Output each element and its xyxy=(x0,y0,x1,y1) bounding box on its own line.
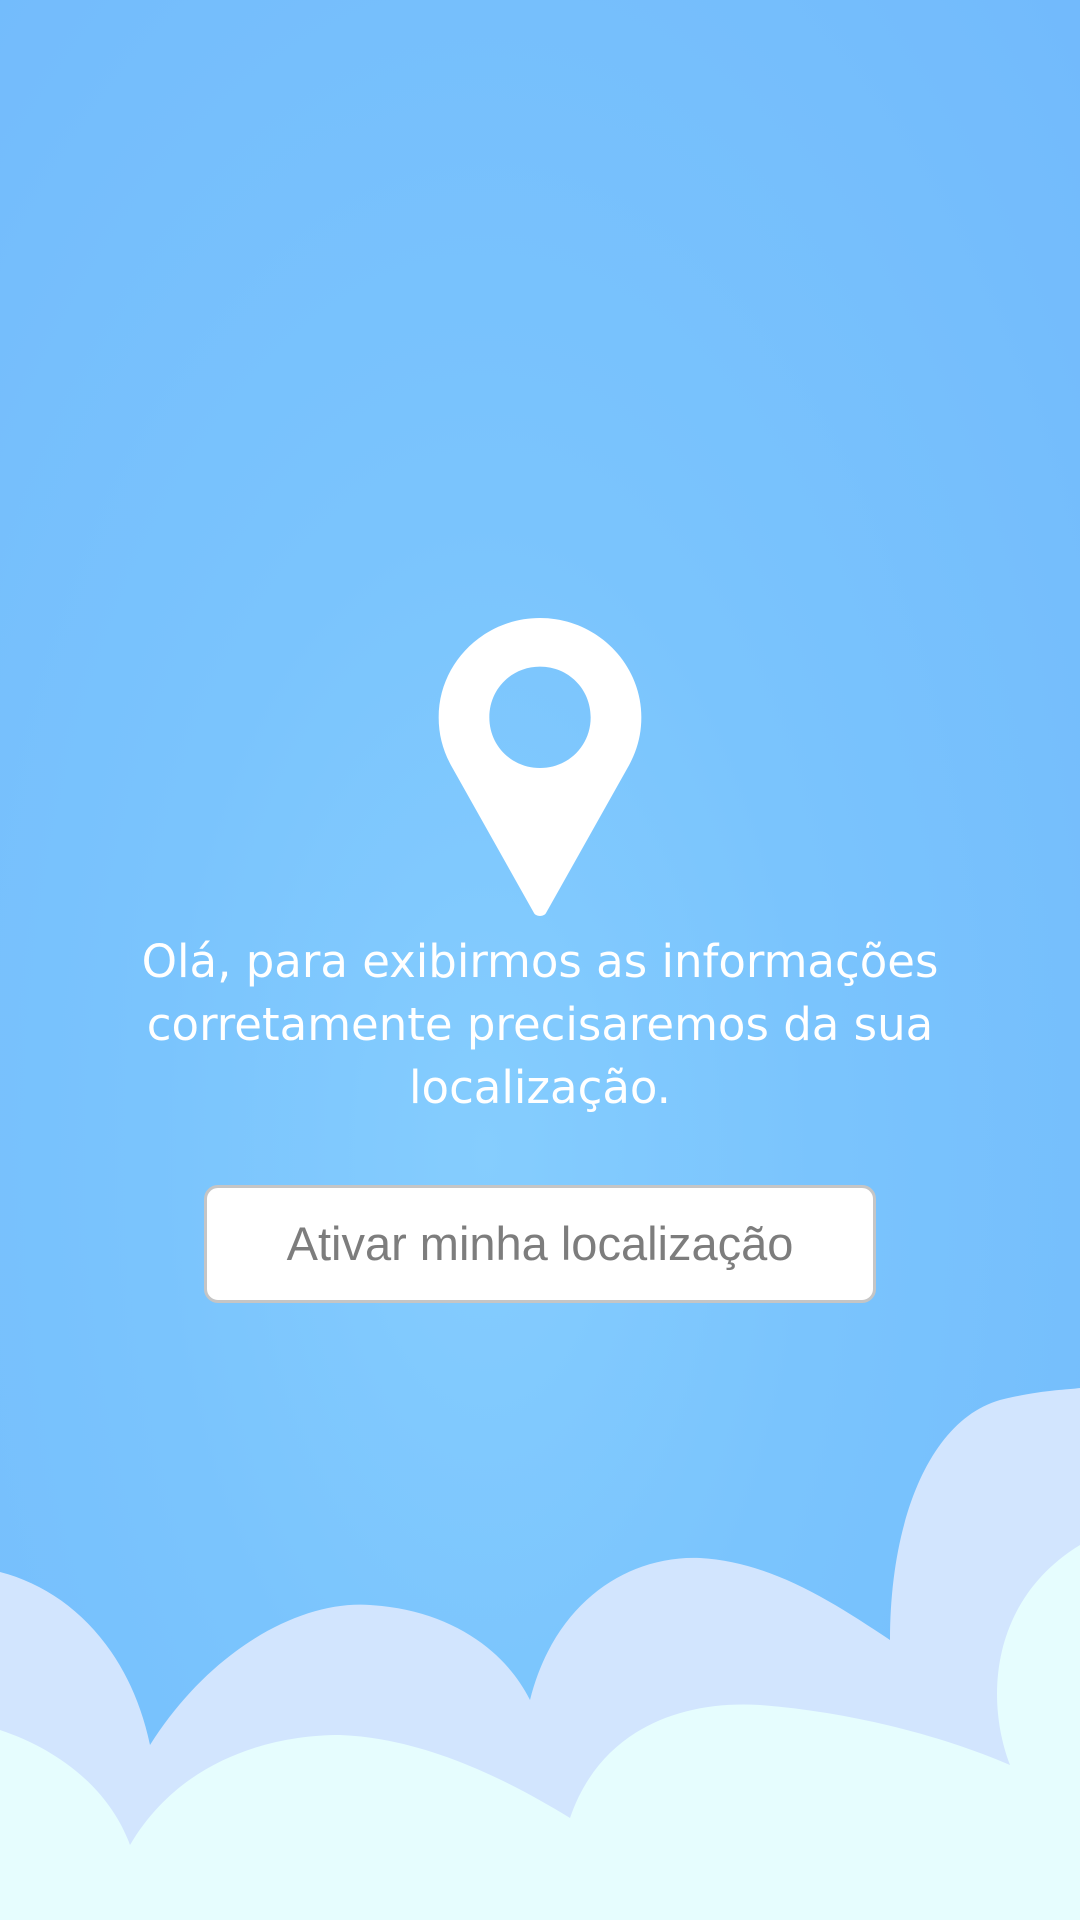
location-permission-message: Olá, para exibirmos as informações corre… xyxy=(141,935,939,1114)
location-permission-screen: Olá, para exibirmos as informações corre… xyxy=(0,0,1080,1920)
enable-location-button[interactable]: Ativar minha localização xyxy=(204,1185,876,1303)
location-pin-icon xyxy=(438,618,642,916)
